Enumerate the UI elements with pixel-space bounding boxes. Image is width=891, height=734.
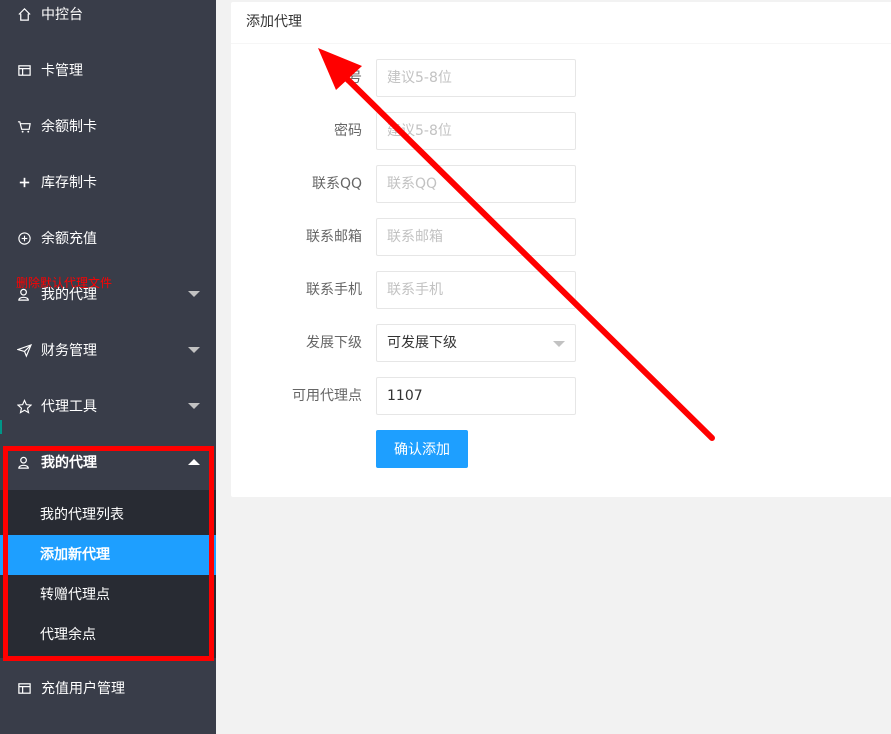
chevron-down-icon <box>188 291 200 297</box>
email-input[interactable] <box>376 218 576 256</box>
phone-label: 联系手机 <box>306 282 362 298</box>
card-icon <box>16 680 32 696</box>
form-row-password: 密码 <box>231 112 891 150</box>
points-label: 可用代理点 <box>292 388 362 404</box>
user-icon <box>16 454 32 470</box>
subordinate-label: 发展下级 <box>306 335 362 351</box>
account-label: 账号 <box>334 70 362 86</box>
password-label: 密码 <box>334 123 362 139</box>
phone-input[interactable] <box>376 271 576 309</box>
star-icon <box>16 398 32 414</box>
qq-input[interactable] <box>376 165 576 203</box>
sidebar-item-label: 余额充值 <box>41 231 97 247</box>
sidebar: 中控台 卡管理 余额制卡 库存制卡 余额充值 删除默认代理文件 我的代理 财务管… <box>0 0 216 734</box>
account-input[interactable] <box>376 59 576 97</box>
card-title: 添加代理 <box>231 2 891 44</box>
email-label: 联系邮箱 <box>306 229 362 245</box>
sidebar-item-card-management[interactable]: 卡管理 <box>0 42 216 98</box>
sidebar-item-recharge-users[interactable]: 充值用户管理 <box>0 660 216 716</box>
form-row-account: 账号 <box>231 59 891 97</box>
chevron-down-icon <box>188 347 200 353</box>
sidebar-item-balance-recharge[interactable]: 余额充值 <box>0 210 216 266</box>
submenu-item-agent-list[interactable]: 我的代理列表 <box>0 495 216 535</box>
form-row-email: 联系邮箱 <box>231 218 891 256</box>
plus-circle-icon <box>16 230 32 246</box>
sidebar-item-label: 库存制卡 <box>41 175 97 191</box>
chevron-down-icon <box>553 341 565 347</box>
form-row-qq: 联系QQ <box>231 165 891 203</box>
subordinate-select-value: 可发展下级 <box>387 335 457 351</box>
sidebar-item-label: 卡管理 <box>41 63 83 79</box>
submenu-my-agents: 我的代理列表 添加新代理 转赠代理点 代理余点 <box>0 490 216 658</box>
user-icon <box>16 286 32 302</box>
home-icon <box>16 6 32 22</box>
sidebar-item-label: 我的代理 <box>41 455 97 471</box>
sidebar-item-stock-card[interactable]: 库存制卡 <box>0 154 216 210</box>
sidebar-item-dashboard[interactable]: 中控台 <box>0 0 216 42</box>
chevron-up-icon <box>188 459 200 465</box>
chevron-down-icon <box>188 403 200 409</box>
plus-icon <box>16 174 32 190</box>
form-row-subordinate: 发展下级 可发展下级 <box>231 324 891 362</box>
sidebar-item-label: 代理工具 <box>41 399 97 415</box>
submenu-item-transfer-points[interactable]: 转赠代理点 <box>0 575 216 615</box>
subordinate-select[interactable]: 可发展下级 <box>376 324 576 362</box>
sidebar-item-label: 我的代理 <box>41 287 97 303</box>
sidebar-item-label: 充值用户管理 <box>41 681 125 697</box>
send-icon <box>16 342 32 358</box>
sidebar-item-label: 财务管理 <box>41 343 97 359</box>
sidebar-item-label: 余额制卡 <box>41 119 97 135</box>
sidebar-item-my-agents[interactable]: 我的代理 <box>0 434 216 490</box>
sidebar-item-agent-tools[interactable]: 代理工具 <box>0 378 216 434</box>
submenu-item-agent-balance[interactable]: 代理余点 <box>0 615 216 655</box>
password-input[interactable] <box>376 112 576 150</box>
card-icon <box>16 62 32 78</box>
form-row-points: 可用代理点 <box>231 377 891 415</box>
sidebar-item-balance-card[interactable]: 余额制卡 <box>0 98 216 154</box>
submenu-item-add-agent[interactable]: 添加新代理 <box>0 535 216 575</box>
sidebar-item-label: 中控台 <box>41 7 83 23</box>
points-input[interactable] <box>376 377 576 415</box>
cart-icon <box>16 118 32 134</box>
sidebar-item-finance[interactable]: 财务管理 <box>0 322 216 378</box>
sidebar-item-my-agents-top[interactable]: 我的代理 <box>0 266 216 322</box>
add-agent-card: 添加代理 账号 密码 联系QQ 联系邮箱 联系手机 发展下级 可发展下级 可用代… <box>231 2 891 497</box>
confirm-add-button[interactable]: 确认添加 <box>376 430 468 468</box>
form-row-phone: 联系手机 <box>231 271 891 309</box>
qq-label: 联系QQ <box>311 176 362 192</box>
